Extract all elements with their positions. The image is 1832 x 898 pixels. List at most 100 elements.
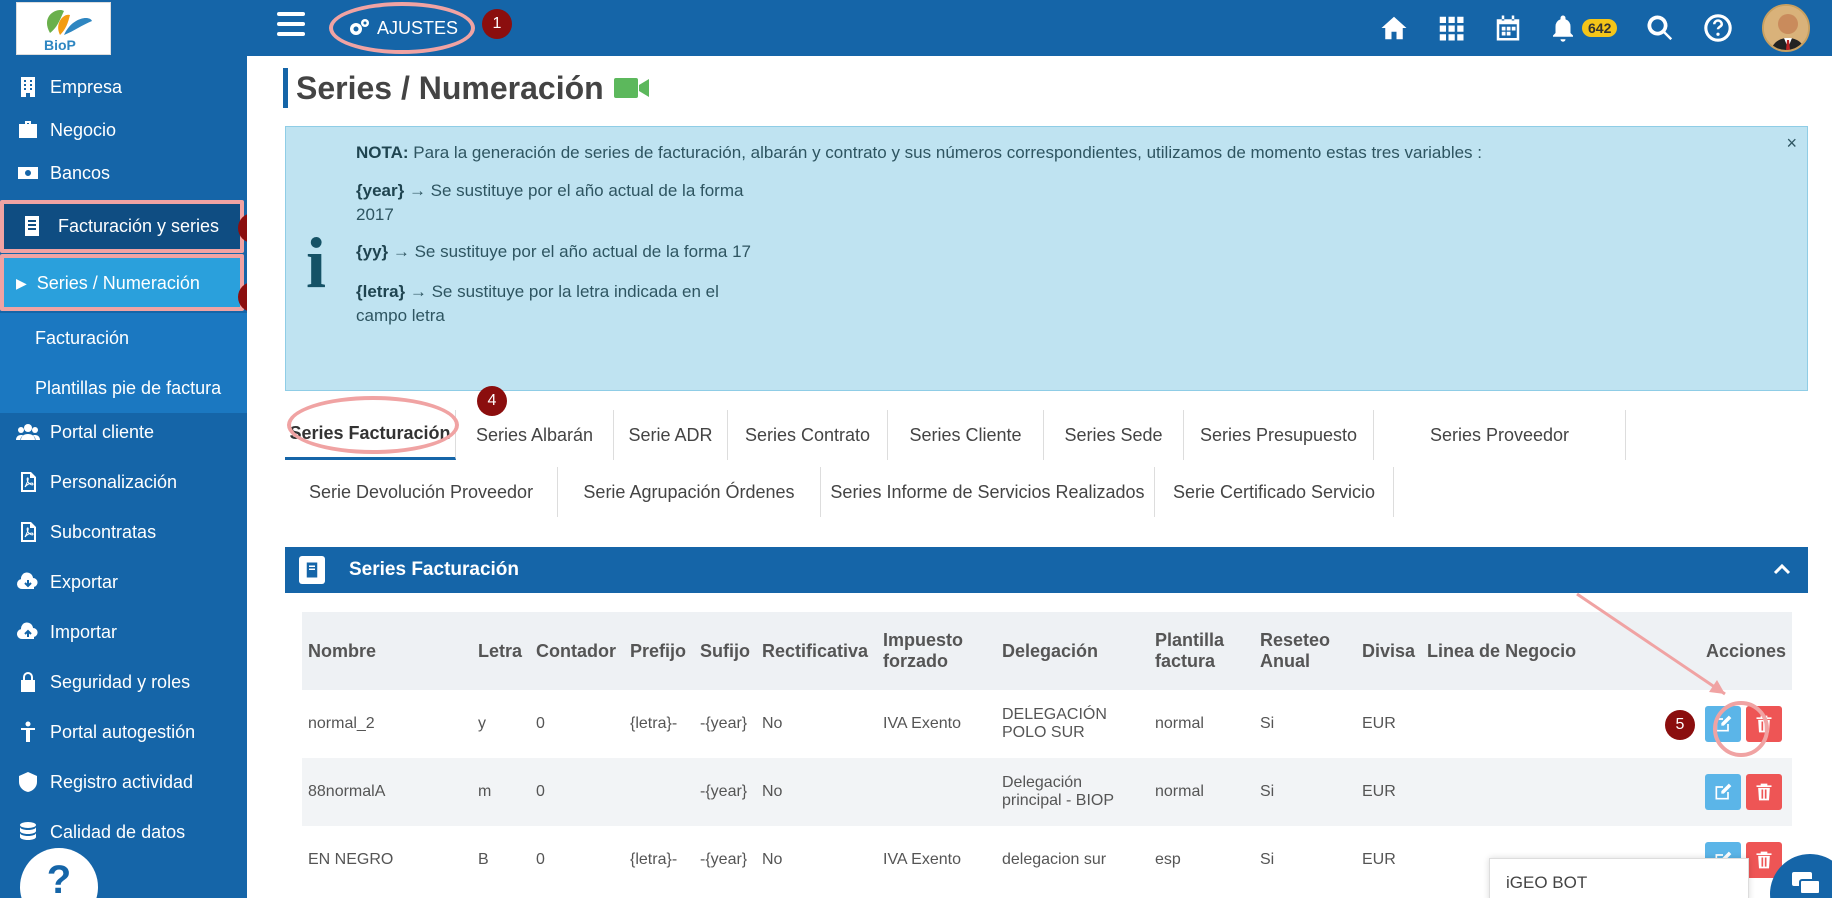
- cell-plantilla: normal: [1155, 715, 1204, 732]
- page-title: Series / Numeración: [296, 69, 604, 106]
- tab-series-informe-servicios[interactable]: Series Informe de Servicios Realizados: [821, 467, 1155, 517]
- calendar-icon[interactable]: [1492, 12, 1524, 44]
- col-sufijo[interactable]: Sufijo: [694, 612, 756, 690]
- note-var-year: {year} → Se sustituye por el año actual …: [356, 181, 744, 224]
- edit-button[interactable]: [1705, 706, 1741, 742]
- col-plantilla[interactable]: Plantilla factura: [1149, 612, 1254, 690]
- tab-serie-adr[interactable]: Serie ADR: [614, 410, 728, 460]
- col-acciones: Acciones: [1621, 612, 1792, 690]
- col-divisa[interactable]: Divisa: [1356, 612, 1422, 690]
- sidebar-item-personalizacion[interactable]: Personalización: [0, 457, 247, 507]
- tab-serie-agrupacion-ordenes[interactable]: Serie Agrupación Órdenes: [558, 467, 821, 517]
- tab-series-cliente[interactable]: Series Cliente: [888, 410, 1044, 460]
- sidebar-item-subcontratas[interactable]: Subcontratas: [0, 507, 247, 557]
- bell-icon[interactable]: [1547, 12, 1579, 44]
- cell-impuesto: IVA Exento: [883, 715, 961, 732]
- cell-nombre: 88normalA: [302, 758, 472, 826]
- cell-linea-negocio: [1421, 758, 1622, 826]
- tab-series-presupuesto[interactable]: Series Presupuesto: [1184, 410, 1374, 460]
- question-mark-icon: ?: [46, 858, 72, 898]
- sidebar-item-exportar[interactable]: Exportar: [0, 557, 247, 607]
- edit-button[interactable]: [1705, 774, 1741, 810]
- chevron-up-icon[interactable]: [1770, 557, 1794, 581]
- cell-sufijo: -{year}: [700, 715, 748, 732]
- sidebar-item-seguridad[interactable]: Seguridad y roles: [0, 657, 247, 707]
- tab-serie-certificado-servicio[interactable]: Serie Certificado Servicio: [1155, 467, 1394, 517]
- sidebar-item-label: Negocio: [50, 119, 117, 140]
- tab-series-sede[interactable]: Series Sede: [1044, 410, 1184, 460]
- edit-icon: [1715, 715, 1732, 732]
- col-nombre[interactable]: Nombre: [302, 612, 472, 690]
- edit-icon: [1715, 783, 1732, 800]
- col-rectificativa[interactable]: Rectificativa: [756, 612, 877, 690]
- money-icon: [16, 160, 50, 186]
- cell-nombre: normal_2: [308, 715, 375, 732]
- video-camera-icon[interactable]: [613, 76, 650, 100]
- cell-prefijo: {letra}-: [630, 715, 678, 732]
- cell-acciones: [1621, 758, 1792, 826]
- home-icon[interactable]: [1378, 12, 1410, 44]
- tab-serie-devolucion-proveedor[interactable]: Serie Devolución Proveedor: [285, 467, 558, 517]
- trash-icon: [1756, 715, 1772, 733]
- sidebar-item-series-numeracion[interactable]: ▶ Series / Numeración: [4, 257, 240, 309]
- col-impuesto[interactable]: Impuesto forzado: [877, 612, 996, 690]
- delete-button[interactable]: [1746, 774, 1782, 810]
- cell-rectificativa: No: [762, 715, 783, 732]
- chat-button[interactable]: [1770, 854, 1832, 898]
- col-linea-negocio[interactable]: Linea de Negocio: [1421, 612, 1622, 690]
- col-prefijo[interactable]: Prefijo: [624, 612, 694, 690]
- sidebar-item-label: Portal autogestión: [50, 721, 196, 742]
- cell-sufijo: -{year}: [694, 758, 756, 826]
- series-table: Nombre Letra Contador Prefijo Sufijo Rec…: [302, 612, 1792, 894]
- shield-icon: [16, 769, 50, 795]
- delete-button[interactable]: [1746, 706, 1782, 742]
- annotation-badge-1: 1: [482, 9, 512, 39]
- ajustes-breadcrumb[interactable]: AJUSTES: [347, 16, 458, 40]
- page-header: Series / Numeración: [283, 68, 650, 108]
- sidebar-item-facturacion[interactable]: Facturación: [0, 313, 247, 363]
- sidebar-item-facturacion-series[interactable]: Facturación y series: [4, 202, 240, 250]
- user-avatar[interactable]: [1762, 4, 1810, 52]
- ajustes-label: AJUSTES: [377, 17, 459, 38]
- cell-impuesto: IVA Exento: [883, 851, 961, 868]
- apps-grid-icon[interactable]: [1435, 12, 1467, 44]
- sidebar-item-registro-actividad[interactable]: Registro actividad: [0, 757, 247, 807]
- cell-letra: B: [478, 851, 489, 868]
- tab-series-contrato[interactable]: Series Contrato: [728, 410, 888, 460]
- sidebar-item-label: Facturación y series: [58, 215, 220, 236]
- sidebar-item-portal-cliente[interactable]: Portal cliente: [0, 407, 247, 457]
- sidebar: BioP Empresa Negocio Bancos Facturación …: [0, 0, 247, 898]
- sidebar-item-label: Facturación: [35, 327, 130, 348]
- notification-count-badge: 642: [1582, 19, 1618, 37]
- col-reseteo[interactable]: Reseteo Anual: [1254, 612, 1356, 690]
- sidebar-item-label: Importar: [50, 621, 118, 642]
- sidebar-item-importar[interactable]: Importar: [0, 607, 247, 657]
- tab-series-facturacion[interactable]: Series Facturación: [285, 410, 456, 460]
- sidebar-item-calidad-datos[interactable]: Calidad de datos: [0, 807, 247, 857]
- app-logo[interactable]: BioP: [16, 2, 111, 55]
- chatbot-panel[interactable]: iGEO BOT: [1489, 858, 1749, 898]
- tab-series-proveedor[interactable]: Series Proveedor: [1374, 410, 1626, 460]
- cell-prefijo: {letra}-: [630, 851, 678, 868]
- col-contador[interactable]: Contador: [530, 612, 624, 690]
- col-delegacion[interactable]: Delegación: [996, 612, 1149, 690]
- sidebar-item-plantillas[interactable]: Plantillas pie de factura: [0, 363, 247, 413]
- info-icon: i: [306, 223, 327, 303]
- hamburger-menu-icon[interactable]: [277, 12, 305, 40]
- cell-reseteo: Si: [1254, 758, 1356, 826]
- pdf-file-icon: [16, 519, 50, 545]
- sidebar-item-label: Seguridad y roles: [50, 671, 191, 692]
- sidebar-item-bancos[interactable]: Bancos: [0, 148, 247, 198]
- cell-letra: y: [478, 715, 486, 732]
- sidebar-item-label: Portal cliente: [50, 421, 155, 442]
- sidebar-item-label: Registro actividad: [50, 771, 194, 792]
- help-circle-icon[interactable]: [1702, 12, 1734, 44]
- sidebar-item-portal-autogestion[interactable]: Portal autogestión: [0, 707, 247, 757]
- search-icon[interactable]: [1644, 12, 1676, 44]
- tab-series-albaran[interactable]: Series Albarán: [456, 410, 614, 460]
- sidebar-item-label: Calidad de datos: [50, 821, 186, 842]
- close-icon[interactable]: ×: [1786, 133, 1797, 154]
- caret-right-icon: ▶: [16, 274, 27, 291]
- cell-divisa: EUR: [1362, 715, 1396, 732]
- col-letra[interactable]: Letra: [472, 612, 530, 690]
